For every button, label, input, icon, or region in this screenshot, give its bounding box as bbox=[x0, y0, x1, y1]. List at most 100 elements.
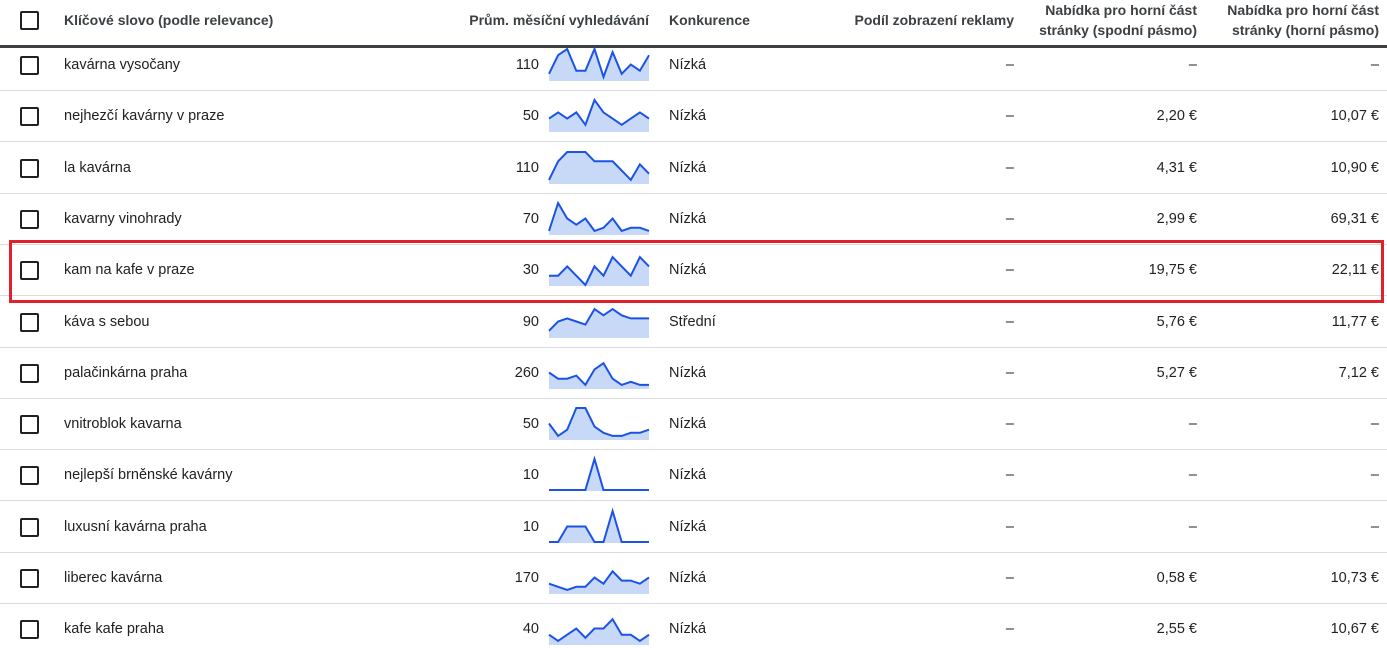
keyword-text: liberec kavárna bbox=[64, 570, 163, 586]
row-checkbox[interactable] bbox=[20, 569, 39, 588]
ad-share-value: – bbox=[1005, 621, 1014, 637]
bid-low-value: 19,75 € bbox=[1148, 262, 1197, 278]
column-header-bid-low[interactable]: Nabídka pro horní část stránky (spodní p… bbox=[1020, 0, 1197, 40]
table-row[interactable]: palačinkárna praha 260 Nízká – 5,27 € 7,12 € bbox=[0, 348, 1387, 399]
table-row[interactable]: liberec kavárna 170 Nízká – 0,58 € 10,73 € bbox=[0, 553, 1387, 604]
ad-share-value: – bbox=[1005, 570, 1014, 586]
ad-share-value: – bbox=[1005, 57, 1014, 73]
table-row[interactable]: kavárna vysočany 110 Nízká – – – bbox=[0, 40, 1387, 91]
bid-low-value: – bbox=[1188, 57, 1197, 73]
trend-sparkline bbox=[548, 361, 649, 389]
trend-sparkline bbox=[549, 455, 649, 491]
row-checkbox[interactable] bbox=[20, 518, 39, 537]
ad-share-value: – bbox=[1005, 160, 1014, 176]
competition-value: Nízká bbox=[669, 57, 707, 73]
bid-high-value: – bbox=[1370, 416, 1379, 432]
bid-high-value: 10,67 € bbox=[1330, 621, 1379, 637]
table-row[interactable]: la kavárna 110 Nízká – 4,31 € 10,90 € bbox=[0, 143, 1387, 194]
row-checkbox[interactable] bbox=[20, 107, 39, 126]
ad-share-value: – bbox=[1005, 262, 1014, 278]
keyword-text: nejlepší brněnské kavárny bbox=[64, 467, 233, 483]
bid-high-value: 10,07 € bbox=[1330, 108, 1379, 124]
table-row[interactable]: kafe kafe praha 40 Nízká – 2,55 € 10,67 € bbox=[0, 604, 1387, 648]
table-row[interactable]: nejlepší brněnské kavárny 10 Nízká – – – bbox=[0, 450, 1387, 501]
trend-sparkline bbox=[548, 97, 650, 132]
competition-value: Nízká bbox=[669, 519, 707, 535]
table-row[interactable]: nejhezčí kavárny v praze 50 Nízká – 2,20 € 10… bbox=[0, 91, 1387, 142]
competition-value: Střední bbox=[669, 314, 716, 330]
avg-searches-value: 10 bbox=[522, 519, 539, 535]
bid-high-value: 10,90 € bbox=[1330, 160, 1379, 176]
ad-share-value: – bbox=[1005, 211, 1014, 227]
bid-low-value: – bbox=[1188, 519, 1197, 535]
bid-low-value: 0,58 € bbox=[1156, 570, 1197, 586]
column-header-bid-high[interactable]: Nabídka pro horní část stránky (horní pá… bbox=[1200, 0, 1379, 40]
sparkline-area bbox=[549, 511, 649, 543]
sparkline-area bbox=[549, 408, 649, 440]
avg-searches-value: 40 bbox=[522, 621, 539, 637]
keyword-text: kafe kafe praha bbox=[64, 621, 164, 637]
competition-value: Nízká bbox=[669, 160, 707, 176]
avg-searches-value: 260 bbox=[514, 365, 539, 381]
avg-searches-value: 110 bbox=[515, 57, 539, 73]
keyword-text: la kavárna bbox=[64, 160, 131, 176]
keyword-text: kavárna vysočany bbox=[64, 57, 181, 73]
keyword-text: kavarny vinohrady bbox=[64, 211, 182, 227]
row-checkbox[interactable] bbox=[20, 56, 39, 75]
row-checkbox[interactable] bbox=[20, 313, 39, 332]
row-checkbox[interactable] bbox=[20, 159, 39, 178]
keyword-text: káva s sebou bbox=[64, 314, 150, 330]
column-header-keyword[interactable]: Klíčové slovo (podle relevance) bbox=[64, 10, 273, 30]
bid-high-header-line2: stránky (horní pásmo) bbox=[1231, 22, 1379, 38]
keyword-text: kam na kafe v praze bbox=[64, 262, 195, 278]
bid-low-header-line1: Nabídka pro horní část bbox=[1045, 2, 1197, 18]
bid-high-value: – bbox=[1370, 519, 1379, 535]
trend-sparkline bbox=[548, 569, 650, 594]
avg-searches-value: 170 bbox=[514, 570, 539, 586]
row-checkbox[interactable] bbox=[20, 210, 39, 229]
ad-share-value: – bbox=[1005, 467, 1014, 483]
column-header-competition[interactable]: Konkurence bbox=[669, 10, 750, 30]
table-row[interactable]: kavarny vinohrady 70 Nízká – 2,99 € 69,31 € bbox=[0, 194, 1387, 245]
sparkline-area bbox=[549, 152, 649, 184]
bid-low-value: 2,99 € bbox=[1156, 211, 1197, 227]
bid-high-value: 7,12 € bbox=[1338, 365, 1379, 381]
competition-value: Nízká bbox=[669, 211, 707, 227]
row-checkbox[interactable] bbox=[20, 364, 39, 383]
table-row[interactable]: káva s sebou 90 Střední – 5,76 € 11,77 € bbox=[0, 297, 1387, 348]
row-checkbox[interactable] bbox=[20, 261, 39, 280]
avg-searches-value: 90 bbox=[522, 314, 539, 330]
bid-low-value: 4,31 € bbox=[1156, 160, 1197, 176]
bid-low-header-line2: stránky (spodní pásmo) bbox=[1039, 22, 1197, 38]
bid-high-value: 69,31 € bbox=[1330, 211, 1379, 227]
avg-searches-value: 50 bbox=[522, 108, 539, 124]
ad-share-value: – bbox=[1005, 108, 1014, 124]
column-header-ad-share[interactable]: Podíl zobrazení reklamy bbox=[830, 10, 1015, 30]
table-row[interactable]: kam na kafe v praze 30 Nízká – 19,75 € 22,11 … bbox=[0, 245, 1387, 296]
trend-sparkline bbox=[548, 151, 650, 184]
select-all-checkbox[interactable] bbox=[20, 11, 39, 30]
keyword-text: palačinkárna praha bbox=[64, 365, 188, 381]
bid-high-value: – bbox=[1370, 467, 1379, 483]
row-checkbox[interactable] bbox=[20, 415, 39, 434]
trend-sparkline bbox=[549, 255, 650, 287]
column-header-avg-searches[interactable]: Prům. měsíční vyhledávání bbox=[440, 10, 649, 30]
bid-low-value: 5,27 € bbox=[1156, 365, 1197, 381]
avg-searches-value: 110 bbox=[515, 160, 539, 176]
trend-sparkline bbox=[548, 407, 650, 440]
competition-value: Nízká bbox=[669, 570, 707, 586]
avg-searches-value: 10 bbox=[522, 467, 539, 483]
sparkline-area bbox=[549, 619, 649, 645]
row-checkbox[interactable] bbox=[20, 620, 39, 639]
competition-value: Nízká bbox=[669, 365, 707, 381]
table-row[interactable]: vnitroblok kavarna 50 Nízká – – – bbox=[0, 399, 1387, 450]
avg-searches-value: 70 bbox=[522, 211, 539, 227]
table-row[interactable]: luxusní kavárna praha 10 Nízká – – – bbox=[0, 502, 1387, 553]
row-checkbox[interactable] bbox=[20, 466, 39, 485]
bid-low-value: 2,20 € bbox=[1156, 108, 1197, 124]
competition-value: Nízká bbox=[669, 621, 707, 637]
keyword-text: vnitroblok kavarna bbox=[64, 416, 182, 432]
keyword-text: nejhezčí kavárny v praze bbox=[64, 108, 225, 124]
bid-high-value: 22,11 € bbox=[1331, 262, 1379, 278]
bid-high-value: – bbox=[1370, 57, 1379, 73]
